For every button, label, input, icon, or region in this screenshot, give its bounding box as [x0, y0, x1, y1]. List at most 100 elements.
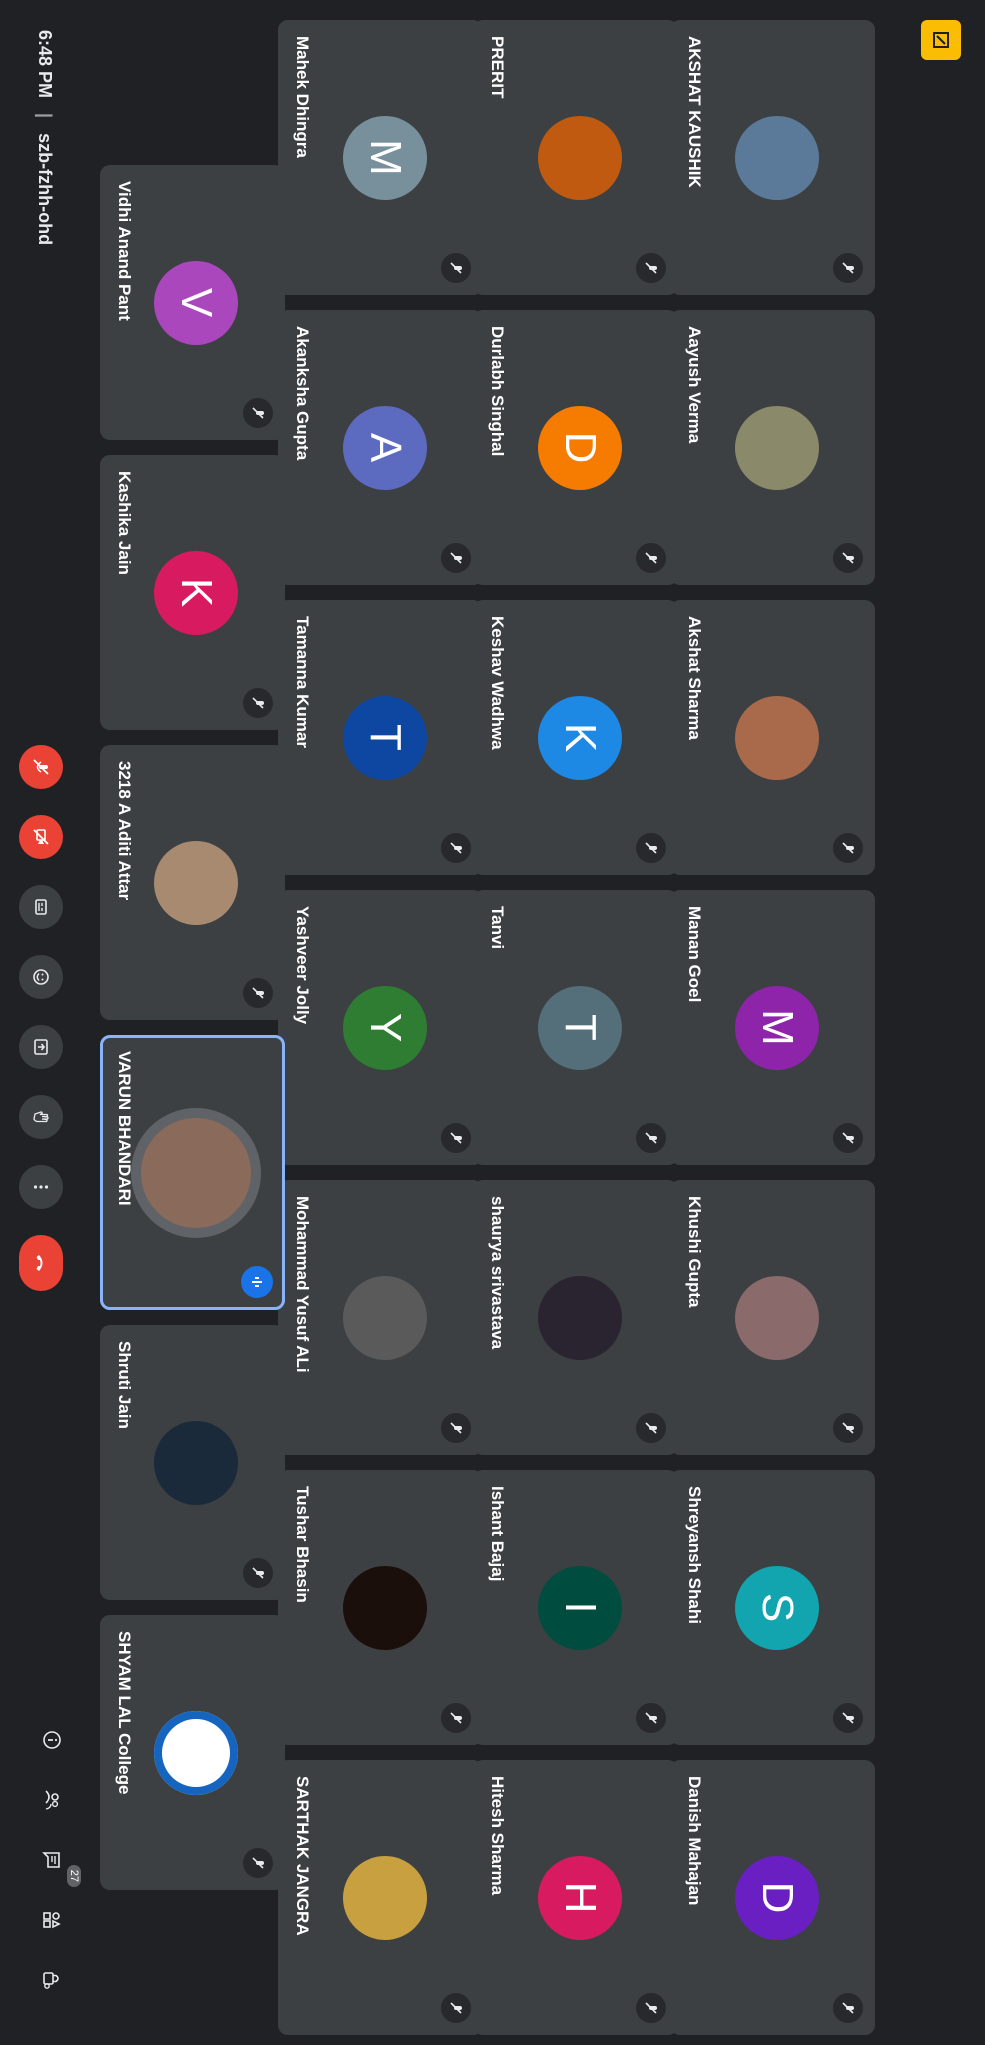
participant-tile[interactable]: Tushar Bhasin: [278, 1470, 483, 1745]
participant-name: Mohammad Yusuf ALi: [293, 1196, 312, 1373]
participant-tile[interactable]: Akshat Sharma: [670, 600, 875, 875]
participant-tile[interactable]: S Shreyansh Shahi: [670, 1470, 875, 1745]
camera-off-icon: [33, 829, 49, 845]
participant-tile[interactable]: D Danish Mahajan: [670, 1760, 875, 2035]
more-vert-icon: [33, 1185, 49, 1189]
participant-avatar: D: [734, 1855, 819, 1940]
participant-tile[interactable]: SARTHAK JANGRA: [278, 1760, 483, 2035]
people-button[interactable]: [37, 1785, 67, 1815]
participant-name: Tanvi: [488, 906, 507, 950]
participant-tile[interactable]: H Hitesh Sharma: [473, 1760, 678, 2035]
call-end-icon: [36, 1255, 43, 1271]
participant-tile[interactable]: Aayush Verma: [670, 310, 875, 585]
edit-icon[interactable]: [921, 20, 961, 60]
participant-tile[interactable]: T Tanvi: [473, 890, 678, 1165]
participant-tile[interactable]: shaurya srivastava: [473, 1180, 678, 1455]
participant-tile[interactable]: A Akanksha Gupta: [278, 310, 483, 585]
participant-avatar: [154, 840, 239, 925]
raise-hand-button[interactable]: [19, 1095, 63, 1139]
bottom-toolbar: 6:48 PM | szb-fzhh-ohd 27: [0, 0, 81, 2045]
mic-muted-icon: [243, 398, 273, 428]
mic-muted-icon: [243, 688, 273, 718]
participant-tile[interactable]: AKSHAT KAUSHIK: [670, 20, 875, 295]
participant-tile[interactable]: Y Yashveer Jolly: [278, 890, 483, 1165]
participant-avatar: [734, 405, 819, 490]
participant-avatar: [734, 115, 819, 200]
participant-avatar: [342, 1275, 427, 1360]
participant-tile[interactable]: PRERIT: [473, 20, 678, 295]
participant-name: Danish Mahajan: [685, 1776, 704, 1906]
audio-level-icon: [241, 1266, 273, 1298]
participant-avatar: K: [537, 695, 622, 780]
meet-screen: AKSHAT KAUSHIK Aayush Verma Akshat Sharm…: [0, 0, 985, 2045]
chat-icon: [42, 1852, 60, 1868]
participant-name: Vidhi Anand Pant: [115, 181, 134, 321]
mic-muted-icon: [636, 1993, 666, 2023]
hand-icon: [33, 1111, 49, 1123]
participant-tile[interactable]: D Durlabh Singhal: [473, 310, 678, 585]
participant-name: Mahek Dhingra: [293, 36, 312, 158]
participant-name: Keshav Wadhwa: [488, 616, 507, 750]
participant-avatar: T: [342, 695, 427, 780]
participant-avatar: A: [342, 405, 427, 490]
participant-avatar: V: [154, 260, 239, 345]
mic-muted-icon: [441, 1413, 471, 1443]
mic-muted-icon: [441, 543, 471, 573]
captions-button[interactable]: [19, 885, 63, 929]
participant-tile[interactable]: M Mahek Dhingra: [278, 20, 483, 295]
mic-muted-icon: [833, 1993, 863, 2023]
participant-name: Tushar Bhasin: [293, 1486, 312, 1603]
participant-avatar: H: [537, 1855, 622, 1940]
participant-tile[interactable]: SHYAM LAL College: [100, 1615, 285, 1890]
mic-muted-icon: [833, 253, 863, 283]
meeting-code: szb-fzhh-ohd: [35, 133, 55, 246]
host-controls-button[interactable]: [37, 1965, 67, 1995]
participant-avatar: S: [734, 1565, 819, 1650]
participant-name: PRERIT: [488, 36, 507, 99]
participant-name: Ishant Bajaj: [488, 1486, 507, 1582]
participant-avatar: [342, 1855, 427, 1940]
camera-off-button[interactable]: [19, 815, 63, 859]
mic-muted-icon: [833, 1123, 863, 1153]
participant-tile-speaking[interactable]: VARUN BHANDARI: [100, 1035, 285, 1310]
mic-muted-icon: [833, 543, 863, 573]
mic-off-button[interactable]: [19, 745, 63, 789]
participant-tile[interactable]: M Manan Goel: [670, 890, 875, 1165]
participant-avatar: M: [342, 115, 427, 200]
participant-name: Akshat Sharma: [685, 616, 704, 740]
participant-name: SARTHAK JANGRA: [293, 1776, 312, 1936]
participant-tile[interactable]: I Ishant Bajaj: [473, 1470, 678, 1745]
more-options-button[interactable]: [19, 1165, 63, 1209]
participant-name: Aayush Verma: [685, 326, 704, 444]
mic-muted-icon: [636, 543, 666, 573]
present-icon: [34, 1039, 48, 1055]
participant-name: Khushi Gupta: [685, 1196, 704, 1308]
participant-name: VARUN BHANDARI: [115, 1051, 134, 1206]
mic-muted-icon: [636, 833, 666, 863]
info-button[interactable]: [37, 1725, 67, 1755]
participant-avatar: I: [537, 1565, 622, 1650]
mic-muted-icon: [441, 1993, 471, 2023]
leave-call-button[interactable]: [19, 1235, 63, 1291]
participant-tile[interactable]: K Keshav Wadhwa: [473, 600, 678, 875]
activities-button[interactable]: [37, 1905, 67, 1935]
participant-avatar: M: [734, 985, 819, 1070]
participant-tile[interactable]: T Tamanna Kumar: [278, 600, 483, 875]
mic-muted-icon: [636, 1703, 666, 1733]
participant-name: Shreyansh Shahi: [685, 1486, 704, 1624]
participant-tile[interactable]: 3218 A Aditi Attar: [100, 745, 285, 1020]
present-button[interactable]: [19, 1025, 63, 1069]
participant-avatar: [141, 1117, 252, 1228]
participant-tile[interactable]: V Vidhi Anand Pant: [100, 165, 285, 440]
people-icon: [45, 1790, 59, 1810]
participant-avatar: K: [154, 550, 239, 635]
participant-avatar: [154, 1710, 239, 1795]
participant-tile[interactable]: Shruti Jain: [100, 1325, 285, 1600]
participant-tile[interactable]: Khushi Gupta: [670, 1180, 875, 1455]
participant-tile[interactable]: Mohammad Yusuf ALi: [278, 1180, 483, 1455]
participant-tile[interactable]: K Kashika Jain: [100, 455, 285, 730]
participant-avatar: T: [537, 985, 622, 1070]
emoji-button[interactable]: [19, 955, 63, 999]
chat-button[interactable]: 27: [37, 1845, 81, 1887]
participant-name: 3218 A Aditi Attar: [115, 761, 134, 901]
